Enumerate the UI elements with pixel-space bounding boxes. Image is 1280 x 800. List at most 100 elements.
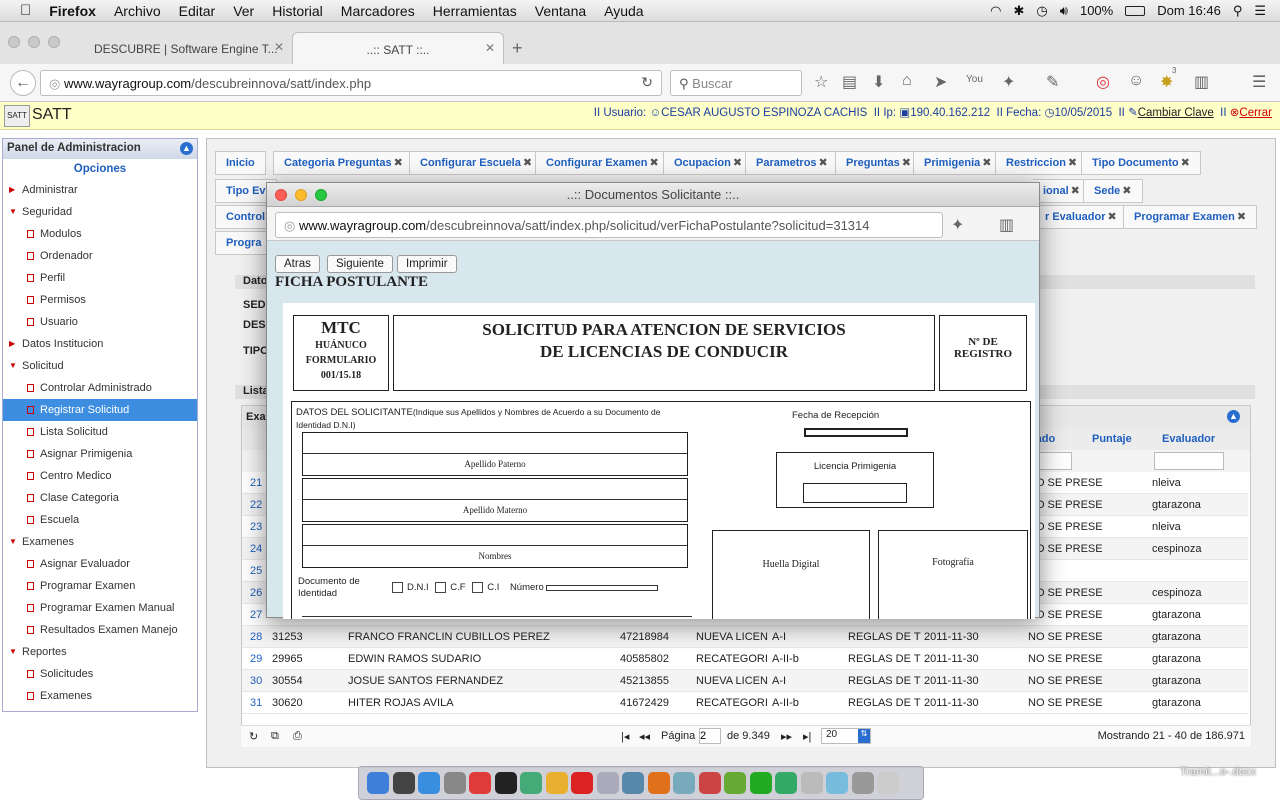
menu-ventana[interactable]: Ventana [535,3,586,19]
close-tab-icon[interactable]: ✖ [1181,157,1190,169]
battery-icon[interactable] [1125,5,1146,16]
collapse-grid-icon[interactable]: ▲ [1227,410,1240,423]
window-close-button[interactable] [8,36,20,48]
reload-icon[interactable]: ↻ [641,74,653,91]
sidebar-item-examenes[interactable]: Examenes [3,685,197,707]
collapse-icon[interactable]: ▲ [180,142,193,155]
tab-preguntas[interactable]: Preguntas ✖ [835,151,923,175]
folder-icon[interactable] [800,772,823,794]
virtualbox-icon[interactable] [622,772,644,794]
lifebuoy-icon[interactable]: ◎ [1096,72,1110,92]
chrome-icon[interactable] [545,772,568,794]
tab-tipo-documento[interactable]: Tipo Documento ✖ [1081,151,1201,175]
sidebar-item-programar-examen[interactable]: Programar Examen [3,575,197,597]
tab-sede[interactable]: Sede ✖ [1083,179,1143,203]
clipboard-icon[interactable]: ▥ [999,215,1014,235]
opera-icon[interactable] [571,772,593,794]
popup-minimize-button[interactable] [295,189,307,201]
tab-asignar-evaluador[interactable]: r Evaluador ✖ [1035,205,1128,229]
firefox-icon[interactable] [647,772,670,794]
extension-icon[interactable]: ✦ [1002,72,1015,92]
tab-categoria-preguntas[interactable]: Categoria Preguntas ✖ [273,151,414,175]
tab-configurar-escuela[interactable]: Configurar Escuela ✖ [409,151,544,175]
extension-icon[interactable]: ✦ [951,215,964,235]
sidebar-item-administrar[interactable]: ▶ Administrar [3,179,197,201]
sidebar-item-ordenador[interactable]: Ordenador [3,245,197,267]
logout-link[interactable]: Cerrar [1239,107,1272,119]
close-tab-icon[interactable]: ✖ [523,157,532,169]
close-tab-icon[interactable]: ✖ [1068,157,1077,169]
browser-tab-descubre[interactable]: DESCUBRE | Software Engine T... ✕ [80,32,292,64]
window-minimize-button[interactable] [28,36,40,48]
colorful-extension-icon[interactable]: ✸ [1160,72,1173,92]
sidebar-item-permisos[interactable]: Permisos [3,289,197,311]
photos-icon[interactable] [698,772,721,794]
sidebar-item-seguridad[interactable]: ▼ Seguridad [3,201,197,223]
downloads-icon[interactable]: ⬇ [872,72,885,92]
home-icon[interactable]: ⌂ [902,72,912,90]
close-tab-icon[interactable]: ✖ [902,157,911,169]
close-tab-icon[interactable]: ✕ [485,41,495,55]
popup-zoom-button[interactable] [315,189,327,201]
popup-close-button[interactable] [275,189,287,201]
menu-historial[interactable]: Historial [272,3,323,19]
chat-icon[interactable]: ☺ [1128,72,1144,90]
preview-icon[interactable] [443,772,466,794]
change-password-link[interactable]: Cambiar Clave [1138,107,1214,119]
trash-icon[interactable] [877,772,899,794]
package-icon[interactable] [673,772,695,794]
dashboard-icon[interactable] [392,772,415,794]
sidebar-item-reportes[interactable]: ▼ Reportes [3,641,197,663]
sidebar-item-asignar-primigenia[interactable]: Asignar Primigenia [3,443,197,465]
dni-checkbox[interactable] [392,582,403,593]
battery-percent[interactable]: 100% [1080,3,1113,18]
hamburger-menu-icon[interactable]: ☰ [1252,72,1266,92]
safari-icon[interactable] [418,772,440,794]
filter-evaluador-input[interactable] [1154,452,1224,470]
back-icon[interactable]: ← [10,70,36,96]
tab-parametros[interactable]: Parametros ✖ [745,151,839,175]
licencia-primigenia-field[interactable] [803,483,907,503]
sidebar-item-solicitud[interactable]: ▼ Solicitud [3,355,197,377]
search-box[interactable]: ⚲ Buscar [670,70,802,96]
sidebar-item-controlar-administrado[interactable]: Controlar Administrado [3,377,197,399]
sidebar-item-clase-categoria[interactable]: Clase Categoria [3,487,197,509]
menu-ver[interactable]: Ver [233,3,254,19]
sidebar-item-datos-institucion[interactable]: ▶ Datos Institucion [3,333,197,355]
close-tab-icon[interactable]: ✖ [982,157,991,169]
export-icon[interactable]: ⧉ [271,730,279,743]
sidebar-item-escuela[interactable]: Escuela [3,509,197,531]
new-tab-icon[interactable]: + [512,38,523,59]
bluetooth-icon[interactable]: ✱ [1014,3,1025,19]
menu-herramientas[interactable]: Herramientas [433,3,517,19]
rows-per-page-select[interactable]: 20 ⇅ [821,728,871,744]
share-icon[interactable]: ➤ [934,72,947,92]
sidebar-item-examenes[interactable]: ▼ Examenes [3,531,197,553]
tab-restriccion[interactable]: Restriccion ✖ [995,151,1089,175]
pgadmin-icon[interactable] [520,772,542,794]
cf-checkbox[interactable] [435,582,447,593]
documents-icon[interactable] [851,772,874,794]
close-tab-icon[interactable]: ✖ [1237,211,1246,223]
page-input[interactable] [699,728,721,744]
sidebar-item-programar-examen-manual[interactable]: Programar Examen Manual [3,597,197,619]
menu-ayuda[interactable]: Ayuda [604,3,643,19]
browser-tab-satt[interactable]: ..:: SATT ::.. ✕ [292,32,504,64]
close-tab-icon[interactable]: ✖ [1122,185,1131,197]
apple-icon[interactable]:  [20,2,31,19]
close-tab-icon[interactable]: ✖ [1071,185,1080,197]
table-row[interactable]: 28 31253 FRANCO FRANCLIN CUBILLOS PEREZ 472… [242,626,1248,648]
table-row[interactable]: 29 29965 EDWIN RAMOS SUDARIO 40585802 RECATE… [242,648,1248,670]
tab-ocupacion[interactable]: Ocupacion ✖ [663,151,754,175]
volume-icon[interactable]: 🔊︎ [1060,3,1068,19]
table-row[interactable]: 31 30620 HITER ROJAS AVILA 41672429 RECATEGO… [242,692,1248,714]
col-puntaje[interactable]: Puntaje [1092,428,1132,450]
time-machine-icon[interactable]: ◷ [1036,3,1047,19]
close-tab-icon[interactable]: ✖ [733,157,742,169]
eyedropper-icon[interactable]: ✎ [1046,72,1059,92]
sidebar-item-centro-medico[interactable]: Centro Medico [3,465,197,487]
youtube-icon[interactable]: You [966,74,983,85]
popup-url-field[interactable]: ◎ www.wayragroup.com/descubreinnova/satt… [275,212,943,238]
wifi-icon[interactable]: ◠ [990,3,1001,19]
upwork-icon[interactable] [775,772,797,794]
